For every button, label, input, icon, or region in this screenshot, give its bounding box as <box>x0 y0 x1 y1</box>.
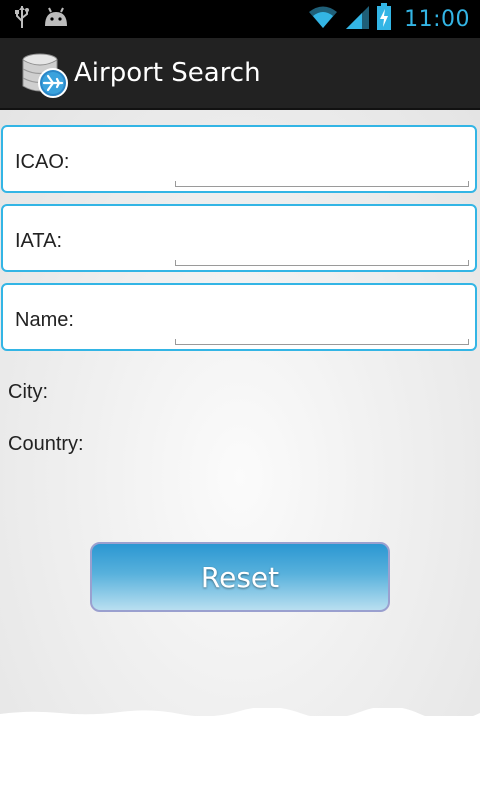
reset-button[interactable]: Reset <box>90 542 390 612</box>
iata-input-underline <box>175 260 469 266</box>
icao-field: ICAO: <box>1 125 477 193</box>
android-icon <box>42 6 70 33</box>
signal-icon <box>344 4 370 35</box>
icao-label: ICAO: <box>15 151 70 173</box>
action-bar: Airport Search <box>0 38 480 110</box>
iata-label: IATA: <box>15 230 63 252</box>
app-title: Airport Search <box>74 58 261 88</box>
system-icons: 11:00 <box>308 2 470 36</box>
search-form: ICAO: IATA: Name: City: Country: Reset <box>0 110 480 722</box>
status-clock: 11:00 <box>404 6 470 32</box>
database-airport-icon[interactable] <box>20 50 70 100</box>
name-label: Name: <box>15 309 74 331</box>
wifi-icon <box>308 4 338 35</box>
icao-input[interactable] <box>175 143 469 181</box>
name-input[interactable] <box>175 301 469 339</box>
status-bar: 11:00 <box>0 0 480 38</box>
usb-icon <box>14 5 30 34</box>
torn-edge <box>0 708 480 722</box>
battery-charging-icon <box>376 2 392 36</box>
bottom-area <box>0 708 480 800</box>
notification-icons <box>14 5 70 34</box>
name-field: Name: <box>1 283 477 351</box>
city-label: City: <box>8 381 48 403</box>
name-input-underline <box>175 339 469 345</box>
iata-input[interactable] <box>175 222 469 260</box>
iata-field: IATA: <box>1 204 477 272</box>
icao-input-underline <box>175 181 469 187</box>
country-label: Country: <box>8 433 84 455</box>
